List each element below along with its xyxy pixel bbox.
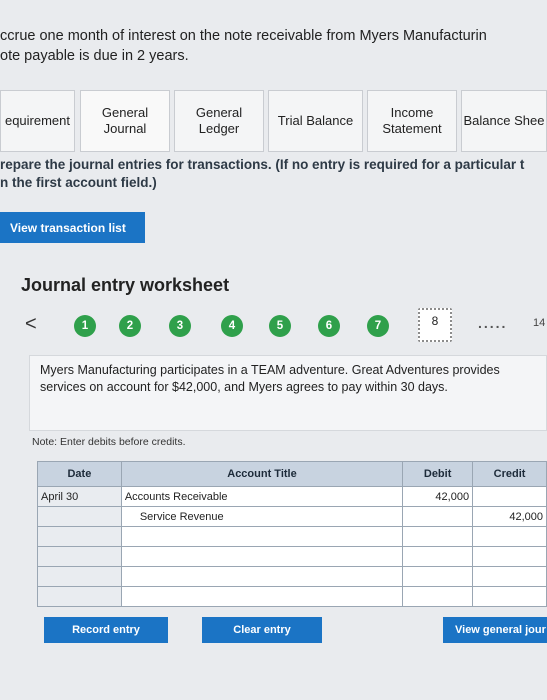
step-last[interactable]: 14: [533, 317, 545, 329]
debit-cell[interactable]: [402, 506, 474, 527]
note-text: Note: Enter debits before credits.: [32, 436, 186, 448]
tab-label: General: [101, 105, 149, 120]
clear-entry-button[interactable]: Clear entry: [202, 617, 322, 643]
question-line-2: ote payable is due in 2 years.: [0, 48, 189, 64]
account-cell[interactable]: [120, 546, 404, 567]
question-line-1: ccrue one month of interest on the note …: [0, 28, 487, 44]
tab-label: Income: [390, 105, 434, 120]
journal-table: Date Account Title Debit Credit April 30…: [37, 461, 547, 607]
credit-cell[interactable]: 42,000: [472, 506, 547, 527]
tab-label: General: [195, 105, 243, 120]
col-credit-header: Credit: [472, 461, 547, 487]
debit-cell[interactable]: [402, 546, 474, 567]
col-debit-header: Debit: [402, 461, 474, 487]
tab-requirement[interactable]: equirement: [0, 90, 75, 152]
tab-income-statement[interactable]: Income Statement: [367, 90, 457, 152]
table-row: April 30 Accounts Receivable 42,000: [37, 486, 547, 507]
account-cell[interactable]: Service Revenue: [120, 506, 404, 527]
step-5[interactable]: 5: [269, 315, 291, 337]
step-3[interactable]: 3: [169, 315, 191, 337]
transaction-stepper: < 1 2 3 4 5 6 7 8 ..... 14: [0, 305, 547, 349]
table-row: [37, 546, 547, 567]
tab-label: Statement: [382, 121, 442, 136]
question-text: ccrue one month of interest on the note …: [0, 26, 547, 66]
step-4[interactable]: 4: [221, 315, 243, 337]
more-steps-dots: .....: [478, 315, 508, 331]
debit-cell[interactable]: [402, 526, 474, 547]
table-row: [37, 586, 547, 607]
tab-trial-balance[interactable]: Trial Balance: [268, 90, 363, 152]
tab-label: Ledger: [198, 121, 240, 136]
step-1[interactable]: 1: [74, 315, 96, 337]
debit-cell[interactable]: [402, 586, 474, 607]
tab-general-ledger[interactable]: General Ledger: [174, 90, 264, 152]
date-cell[interactable]: [37, 566, 122, 587]
credit-cell[interactable]: [472, 566, 547, 587]
table-row: [37, 566, 547, 587]
tab-general-journal[interactable]: General Journal: [80, 90, 170, 152]
credit-cell[interactable]: [472, 586, 547, 607]
step-6[interactable]: 6: [318, 315, 340, 337]
instructions: repare the journal entries for transacti…: [0, 156, 547, 192]
account-cell[interactable]: [120, 586, 404, 607]
table-row: [37, 526, 547, 547]
view-general-journal-button[interactable]: View general jour: [443, 617, 547, 643]
tab-bar: equirement General Journal General Ledger …: [0, 90, 547, 156]
worksheet-title: Journal entry worksheet: [21, 275, 230, 295]
credit-cell[interactable]: [472, 546, 547, 567]
account-cell[interactable]: [120, 526, 404, 547]
credit-cell[interactable]: [472, 486, 547, 507]
col-account-header: Account Title: [120, 461, 404, 487]
date-cell[interactable]: [37, 586, 122, 607]
debit-cell[interactable]: 42,000: [402, 486, 474, 507]
record-entry-button[interactable]: Record entry: [44, 617, 168, 643]
tab-label: Journal: [103, 121, 147, 136]
tab-balance-sheet[interactable]: Balance Shee: [461, 90, 547, 152]
transaction-description: Myers Manufacturing participates in a TE…: [29, 355, 547, 431]
tab-label: equirement: [4, 113, 71, 128]
step-8-current[interactable]: 8: [418, 308, 452, 342]
tab-label: Balance Shee: [463, 113, 545, 128]
account-cell[interactable]: [120, 566, 404, 587]
date-cell[interactable]: [37, 546, 122, 567]
chevron-left-icon[interactable]: <: [25, 313, 37, 336]
instructions-line-2: n the first account field.): [0, 175, 157, 190]
date-cell[interactable]: [37, 526, 122, 547]
account-cell[interactable]: Accounts Receivable: [120, 486, 404, 507]
col-date-header: Date: [37, 461, 122, 487]
credit-cell[interactable]: [472, 526, 547, 547]
view-transaction-list-button[interactable]: View transaction list: [0, 212, 145, 243]
tab-label: Trial Balance: [277, 113, 354, 128]
step-2[interactable]: 2: [119, 315, 141, 337]
instructions-line-1: repare the journal entries for transacti…: [0, 157, 525, 172]
step-7[interactable]: 7: [367, 315, 389, 337]
date-cell[interactable]: April 30: [37, 486, 122, 507]
debit-cell[interactable]: [402, 566, 474, 587]
table-row: Service Revenue 42,000: [37, 506, 547, 527]
date-cell[interactable]: [37, 506, 122, 527]
